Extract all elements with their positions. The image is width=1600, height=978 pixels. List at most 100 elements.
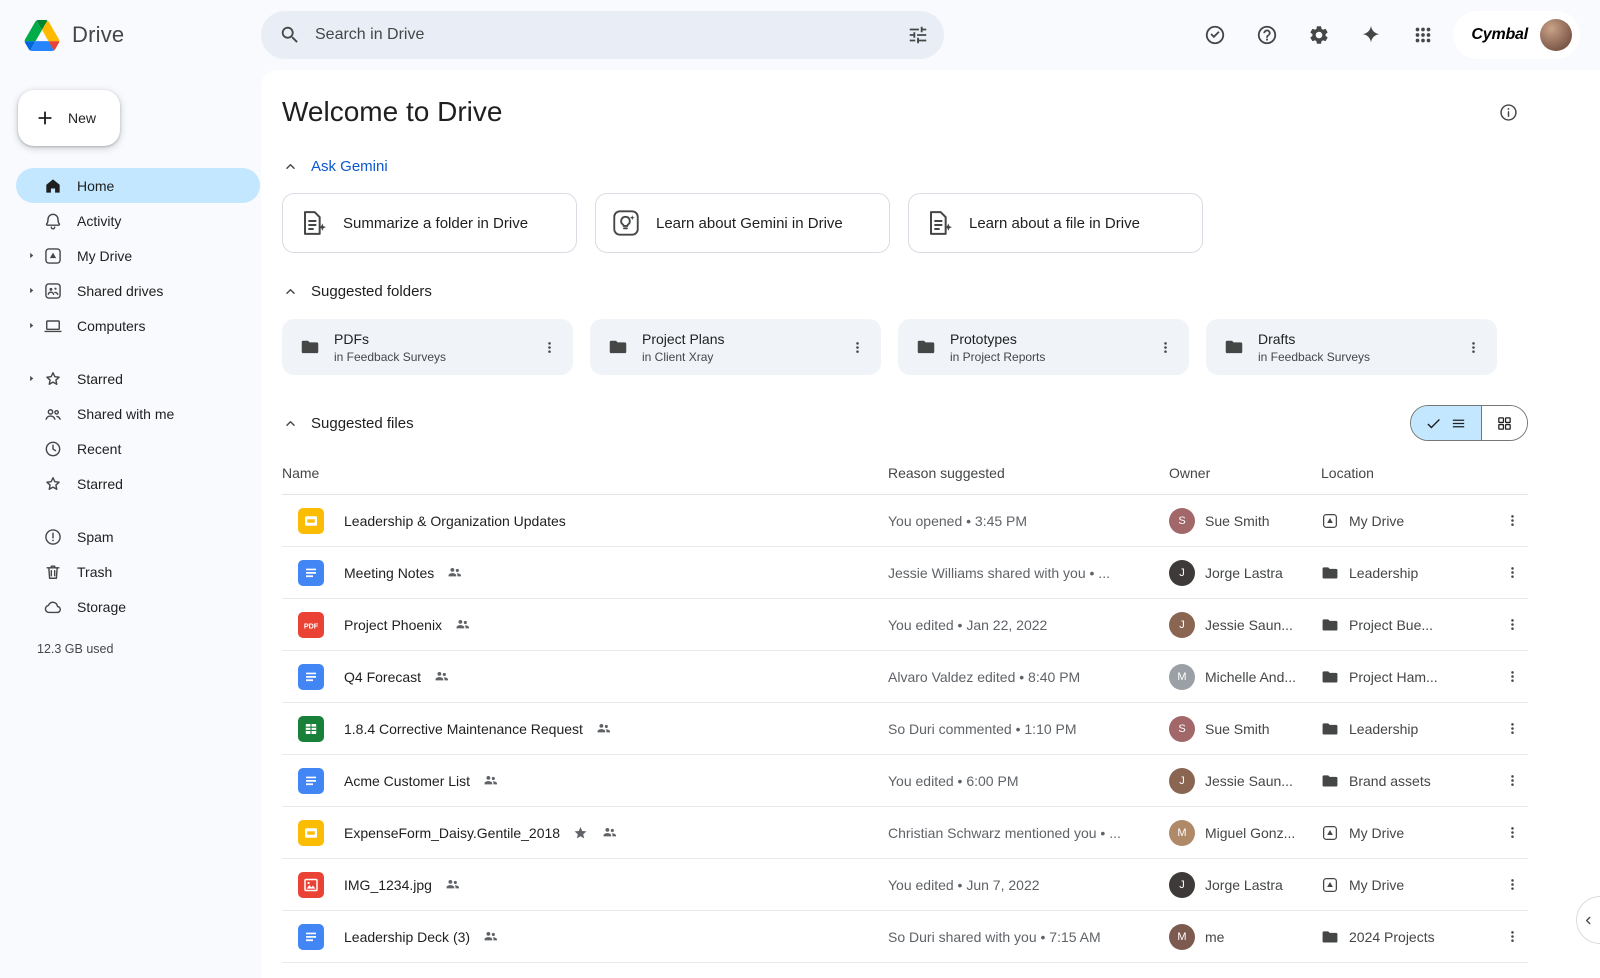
folder-meta: Project Plansin Client Xray bbox=[642, 331, 724, 364]
new-button[interactable]: New bbox=[18, 90, 120, 146]
expand-caret-icon[interactable] bbox=[21, 246, 41, 266]
expand-caret-icon[interactable] bbox=[21, 369, 41, 389]
search-input[interactable] bbox=[315, 26, 884, 44]
folder-card-drafts[interactable]: Draftsin Feedback Surveys bbox=[1206, 319, 1497, 375]
grid-view-button[interactable] bbox=[1481, 406, 1527, 440]
search-options-button[interactable] bbox=[898, 15, 938, 55]
list-view-button[interactable] bbox=[1411, 406, 1481, 440]
file-menu-button[interactable] bbox=[1496, 869, 1528, 901]
gemini-sparkle-button[interactable] bbox=[1351, 15, 1391, 55]
owner-name: Jessie Saun... bbox=[1205, 617, 1301, 633]
file-menu-button[interactable] bbox=[1496, 505, 1528, 537]
chevron-up-icon bbox=[282, 415, 299, 432]
shared-people-icon bbox=[446, 564, 463, 581]
owner-name: Jorge Lastra bbox=[1205, 877, 1291, 893]
body-row: New HomeActivityMy DriveShared drivesCom… bbox=[0, 70, 1600, 978]
file-row[interactable]: Meeting NotesJessie Williams shared with… bbox=[282, 547, 1528, 599]
people-icon bbox=[43, 404, 63, 424]
account-avatar[interactable] bbox=[1540, 19, 1572, 51]
owner-name: Jorge Lastra bbox=[1205, 565, 1291, 581]
column-header-owner[interactable]: Owner bbox=[1169, 465, 1321, 481]
file-reason: So Duri shared with you • 7:15 AM bbox=[888, 911, 1169, 963]
folder-menu-button[interactable] bbox=[1455, 329, 1491, 365]
file-owner: Mme bbox=[1169, 924, 1321, 950]
offline-check-icon bbox=[1204, 24, 1226, 46]
search-bar[interactable] bbox=[261, 11, 944, 59]
gemini-card-learn-about-a-file-in-drive[interactable]: Learn about a file in Drive bbox=[908, 193, 1203, 253]
file-name-cell: PDFProject Phoenix bbox=[282, 612, 888, 638]
folder-card-project-plans[interactable]: Project Plansin Client Xray bbox=[590, 319, 881, 375]
file-row[interactable]: 1.8.4 Corrective Maintenance RequestSo D… bbox=[282, 703, 1528, 755]
topbar-actions bbox=[1195, 15, 1443, 55]
file-reason: You edited • 6:00 PM bbox=[888, 755, 1169, 807]
sidebar-item-storage[interactable]: Storage bbox=[16, 589, 260, 624]
help-button[interactable] bbox=[1247, 15, 1287, 55]
folder-menu-button[interactable] bbox=[839, 329, 875, 365]
file-name: Project Phoenix bbox=[344, 617, 442, 633]
folder-icon bbox=[1321, 772, 1339, 790]
drive-brand[interactable]: Drive bbox=[24, 20, 261, 51]
owner-avatar: J bbox=[1169, 872, 1195, 898]
sidebar-item-recent[interactable]: Recent bbox=[16, 431, 260, 466]
expand-caret-icon[interactable] bbox=[21, 316, 41, 336]
offline-check-button[interactable] bbox=[1195, 15, 1235, 55]
folder-meta: Draftsin Feedback Surveys bbox=[1258, 331, 1370, 364]
file-reason: You edited • Jan 22, 2022 bbox=[888, 599, 1169, 651]
file-menu-button[interactable] bbox=[1496, 921, 1528, 953]
sidebar-item-starred[interactable]: Starred bbox=[16, 361, 260, 396]
gemini-card-summarize-a-folder-in-drive[interactable]: Summarize a folder in Drive bbox=[282, 193, 577, 253]
folder-icon bbox=[1321, 668, 1339, 686]
file-owner: JJessie Saun... bbox=[1169, 768, 1321, 794]
ask-gemini-toggle[interactable]: Ask Gemini bbox=[282, 158, 388, 175]
column-header-name[interactable]: Name bbox=[282, 465, 888, 481]
file-menu-button[interactable] bbox=[1496, 817, 1528, 849]
column-header-location[interactable]: Location bbox=[1321, 465, 1488, 481]
settings-button[interactable] bbox=[1299, 15, 1339, 55]
owner-avatar: J bbox=[1169, 612, 1195, 638]
shared-people-icon bbox=[433, 668, 450, 685]
location-name: My Drive bbox=[1349, 877, 1404, 893]
folder-menu-button[interactable] bbox=[1147, 329, 1183, 365]
gemini-cards: Summarize a folder in Drive Learn about G… bbox=[282, 193, 1528, 253]
file-row[interactable]: Q4 ForecastAlvaro Valdez edited • 8:40 P… bbox=[282, 651, 1528, 703]
file-row[interactable]: PDFProject PhoenixYou edited • Jan 22, 2… bbox=[282, 599, 1528, 651]
sidebar-item-my-drive[interactable]: My Drive bbox=[16, 238, 260, 273]
suggested-files-toggle[interactable]: Suggested files bbox=[282, 415, 414, 432]
folder-menu-button[interactable] bbox=[531, 329, 567, 365]
shared-people-icon bbox=[482, 772, 499, 789]
file-name-cell: Leadership Deck (3) bbox=[282, 924, 888, 950]
file-menu-button[interactable] bbox=[1496, 661, 1528, 693]
file-menu-button[interactable] bbox=[1496, 557, 1528, 589]
sidebar-item-home[interactable]: Home bbox=[16, 168, 260, 203]
file-menu-button[interactable] bbox=[1496, 765, 1528, 797]
file-menu-button[interactable] bbox=[1496, 609, 1528, 641]
sidebar-item-starred[interactable]: Starred bbox=[16, 466, 260, 501]
folder-card-prototypes[interactable]: Prototypesin Project Reports bbox=[898, 319, 1189, 375]
sidebar-item-shared-drives[interactable]: Shared drives bbox=[16, 273, 260, 308]
sidebar-item-trash[interactable]: Trash bbox=[16, 554, 260, 589]
column-header-reason-suggested[interactable]: Reason suggested bbox=[888, 465, 1169, 481]
sidebar-item-spam[interactable]: Spam bbox=[16, 519, 260, 554]
idea-sparkle-icon bbox=[610, 207, 642, 239]
expand-caret-icon[interactable] bbox=[21, 281, 41, 301]
sidebar-item-computers[interactable]: Computers bbox=[16, 308, 260, 343]
sidebar-item-activity[interactable]: Activity bbox=[16, 203, 260, 238]
kebab-icon bbox=[1504, 720, 1521, 737]
file-row[interactable]: ExpenseForm_Daisy.Gentile_2018Christian … bbox=[282, 807, 1528, 859]
check-icon bbox=[1425, 415, 1442, 432]
file-row[interactable]: Leadership Deck (3)So Duri shared with y… bbox=[282, 911, 1528, 963]
suggested-folders-toggle[interactable]: Suggested folders bbox=[282, 283, 432, 300]
sidebar-item-shared-with-me[interactable]: Shared with me bbox=[16, 396, 260, 431]
kebab-icon bbox=[849, 339, 866, 356]
info-button[interactable] bbox=[1488, 92, 1528, 132]
file-row[interactable]: Acme Customer ListYou edited • 6:00 PMJJ… bbox=[282, 755, 1528, 807]
gemini-card-learn-about-gemini-in-drive[interactable]: Learn about Gemini in Drive bbox=[595, 193, 890, 253]
file-menu-button[interactable] bbox=[1496, 713, 1528, 745]
file-row[interactable]: IMG_1234.jpgYou edited • Jun 7, 2022JJor… bbox=[282, 859, 1528, 911]
folder-card-pdfs[interactable]: PDFsin Feedback Surveys bbox=[282, 319, 573, 375]
apps-grid-button[interactable] bbox=[1403, 15, 1443, 55]
account-area: Cymbal bbox=[1453, 11, 1580, 59]
owner-avatar: M bbox=[1169, 924, 1195, 950]
file-row[interactable]: Leadership & Organization UpdatesYou ope… bbox=[282, 495, 1528, 547]
gemini-card-label: Learn about a file in Drive bbox=[969, 215, 1140, 232]
